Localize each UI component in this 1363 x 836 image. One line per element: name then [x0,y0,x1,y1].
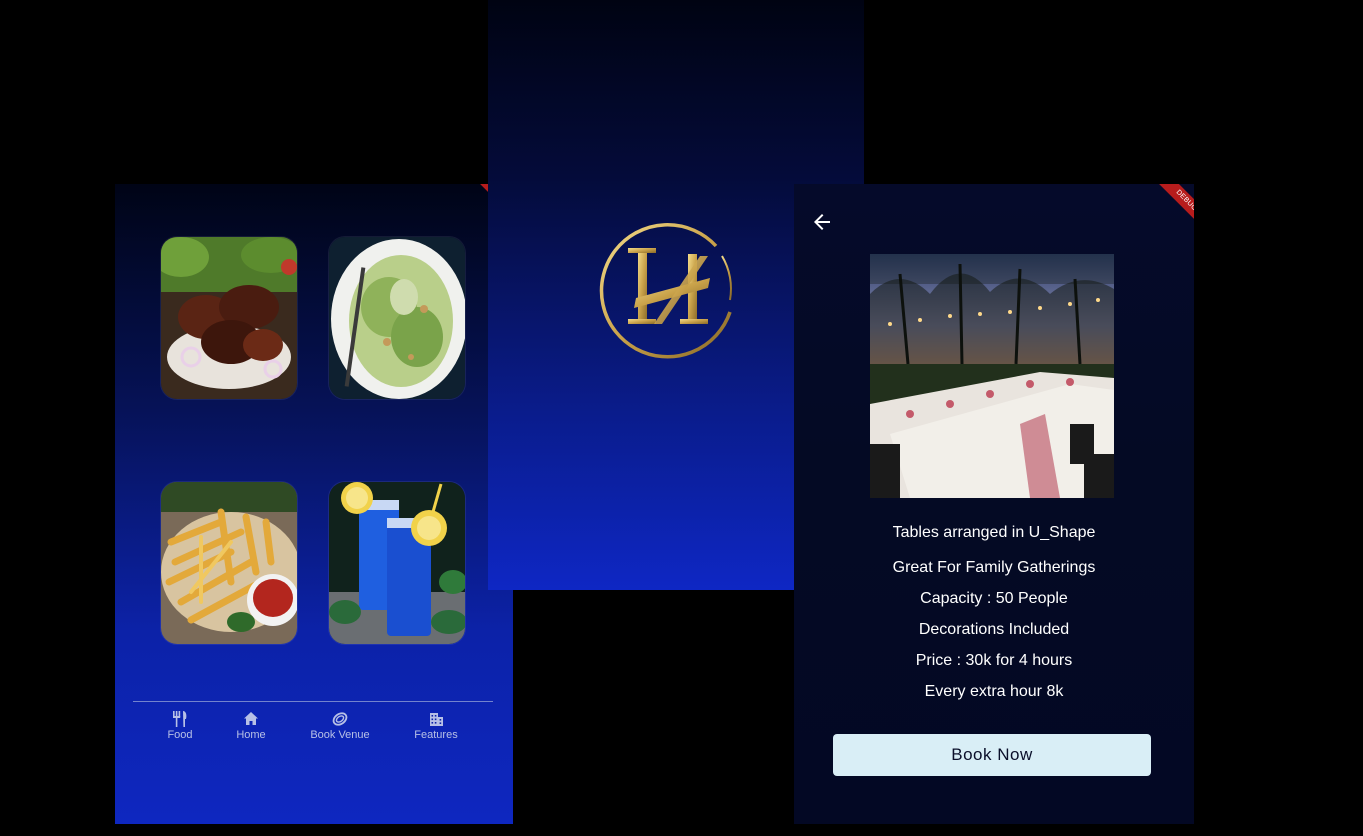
bottom-navigation: Food Home Book Venue Features [115,710,513,750]
nav-item-features[interactable]: Features [391,710,481,741]
nav-divider [133,701,493,702]
home-icon [244,712,258,725]
venue-suitability-text: Great For Family Gatherings [892,559,1096,576]
venue-extra-hour-text: Every extra hour 8k [924,683,1064,700]
hotel-monogram-logo [599,223,732,359]
venue-detail-screen: DEBUG Tables arranged in U_Shape Great F… [794,184,1194,824]
green-salad-image[interactable] [329,237,465,399]
food-screen: DEBUG [115,184,513,824]
building-icon [430,713,443,726]
venue-price-text: Price : 30k for 4 hours [915,652,1073,669]
nav-item-book-venue[interactable]: Book Venue [295,710,385,741]
nav-item-home[interactable]: Home [206,710,296,741]
fork-knife-icon [173,711,187,727]
venue-layout-text: Tables arranged in U_Shape [892,524,1096,541]
venue-capacity-text: Capacity : 50 People [920,590,1068,607]
venue-photo [870,254,1114,498]
venue-decorations-text: Decorations Included [918,621,1070,638]
book-now-button[interactable]: Book Now [833,734,1151,776]
blue-lemonade-image[interactable] [329,482,465,644]
french-fries-image[interactable] [161,482,297,644]
grilled-chicken-image[interactable] [161,237,297,399]
rings-icon [332,712,348,726]
arrow-left-icon[interactable] [810,210,834,234]
nav-label-book-venue: Book Venue [310,729,370,741]
nav-label-features: Features [414,729,458,741]
nav-label-home: Home [236,729,266,741]
debug-banner: DEBUG [1151,184,1194,236]
